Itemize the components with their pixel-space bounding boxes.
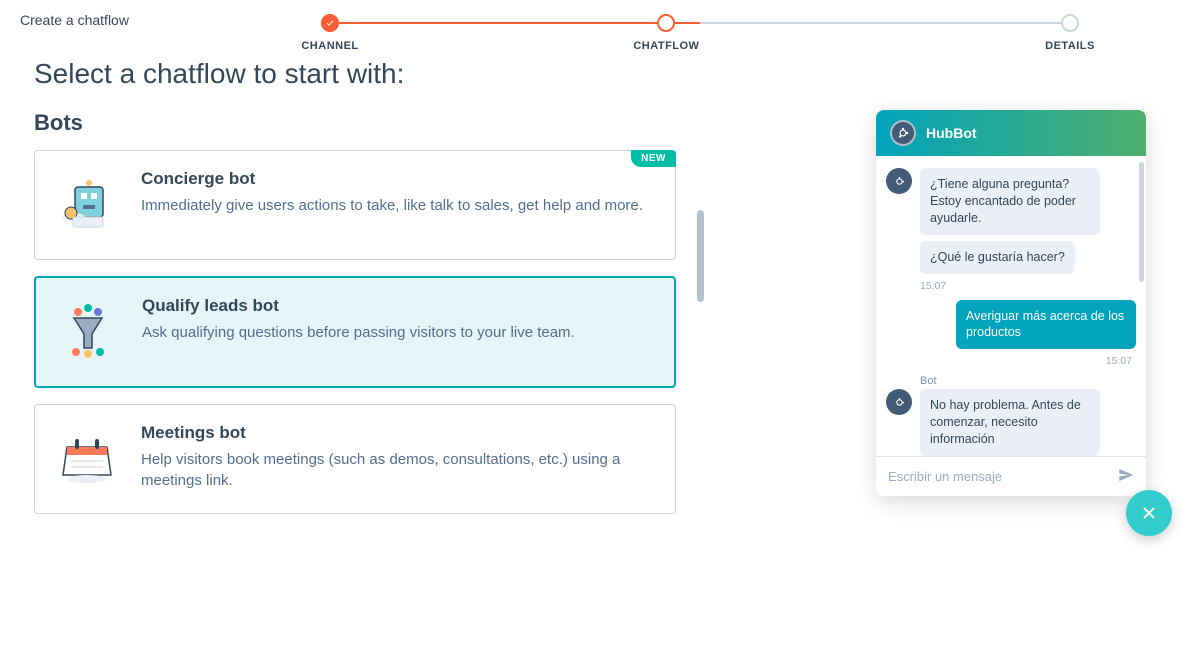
bot-message: ¿Qué le gustaría hacer? (920, 241, 1075, 274)
timestamp: 15:07 (920, 280, 1136, 292)
chat-preview: HubBot ¿Tiene alguna pregunta? Estoy enc… (876, 110, 1146, 496)
chat-input-placeholder: Escribir un mensaje (888, 469, 1002, 484)
step-details-label: DETAILS (1020, 40, 1120, 52)
chat-input[interactable]: Escribir un mensaje (876, 456, 1146, 496)
bot-message: ¿Tiene alguna pregunta? Estoy encantado … (920, 168, 1100, 235)
meetings-bot-icon (51, 423, 123, 495)
new-badge: NEW (631, 150, 676, 167)
meetings-title: Meetings bot (141, 423, 655, 443)
check-icon (325, 18, 335, 28)
step-chatflow[interactable]: CHATFLOW (616, 14, 716, 52)
qualify-bot-icon (52, 296, 124, 368)
step-chatflow-dot (657, 14, 675, 32)
bots-heading: Bots (34, 110, 690, 136)
bot-avatar-icon (886, 389, 912, 415)
meetings-desc: Help visitors book meetings (such as dem… (141, 449, 655, 491)
step-channel[interactable]: CHANNEL (280, 14, 380, 52)
concierge-title: Concierge bot (141, 169, 655, 189)
hubspot-sprocket-icon (890, 120, 916, 146)
bot-message: No hay problema. Antes de comenzar, nece… (920, 389, 1100, 456)
send-icon[interactable] (1118, 467, 1134, 486)
page-title: Select a chatflow to start with: (34, 58, 1200, 90)
close-icon (1140, 504, 1158, 522)
qualify-title: Qualify leads bot (142, 296, 654, 316)
chat-header: HubBot (876, 110, 1146, 156)
close-chat-button[interactable] (1126, 490, 1172, 536)
step-details[interactable]: DETAILS (1020, 14, 1120, 52)
step-details-dot (1061, 14, 1079, 32)
bots-panel: Bots NEW Concierge bot Immediately give … (20, 110, 690, 530)
bot-card-qualify[interactable]: Qualify leads bot Ask qualifying questio… (34, 276, 676, 388)
concierge-bot-icon (51, 169, 123, 241)
bot-card-concierge[interactable]: NEW Concierge bot Immediately give users… (34, 150, 676, 260)
step-chatflow-label: CHATFLOW (616, 40, 716, 52)
chat-body: ¿Tiene alguna pregunta? Estoy encantado … (876, 156, 1146, 456)
user-message: Averiguar más acerca de los productos (956, 300, 1136, 350)
scrollbar[interactable] (697, 210, 704, 302)
qualify-desc: Ask qualifying questions before passing … (142, 322, 654, 343)
chat-header-title: HubBot (926, 125, 977, 141)
bot-card-meetings[interactable]: Meetings bot Help visitors book meetings… (34, 404, 676, 514)
breadcrumb: Create a chatflow (20, 12, 1180, 28)
bot-avatar-icon (886, 168, 912, 194)
concierge-desc: Immediately give users actions to take, … (141, 195, 655, 216)
chat-scrollbar[interactable] (1139, 162, 1144, 282)
step-channel-label: CHANNEL (280, 40, 380, 52)
bot-label: Bot (920, 375, 1136, 387)
step-channel-dot (321, 14, 339, 32)
timestamp: 15:07 (886, 355, 1132, 367)
